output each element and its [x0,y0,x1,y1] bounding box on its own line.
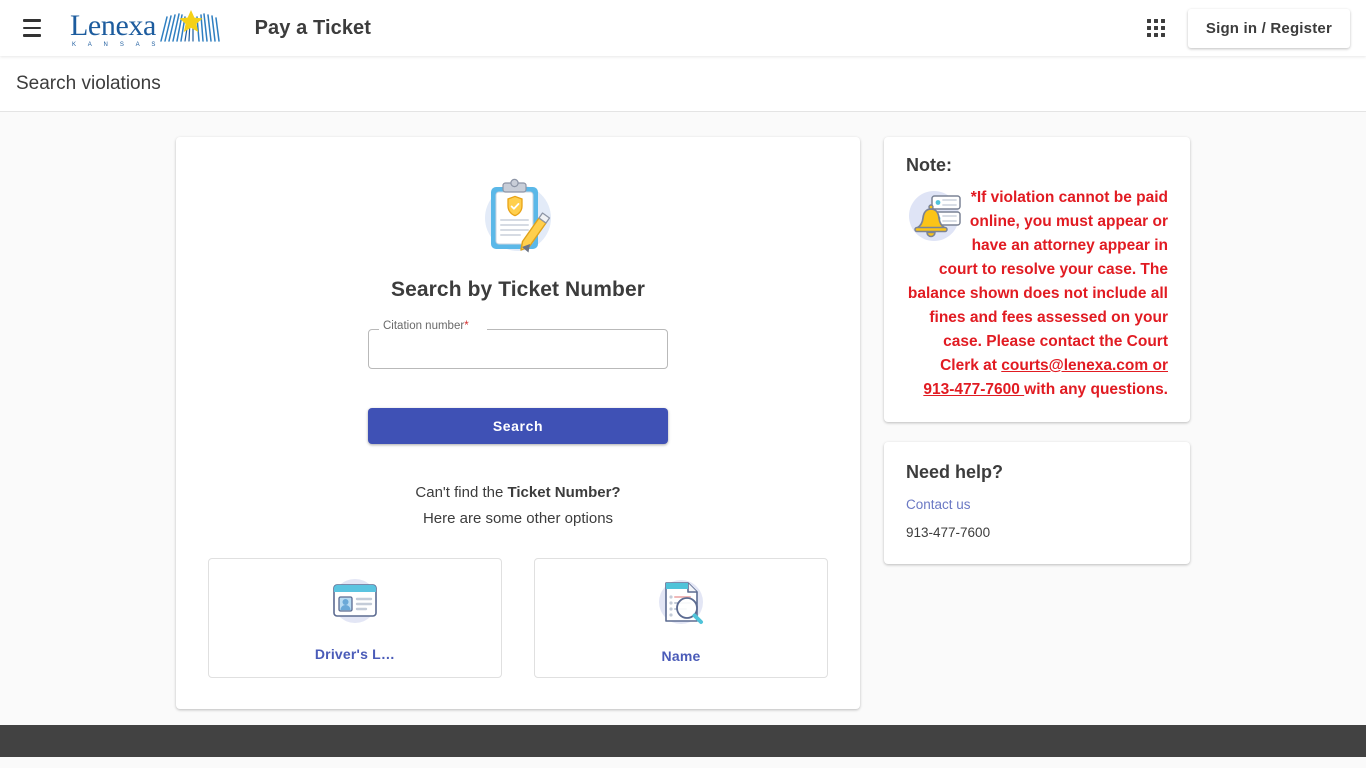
note-text-after: with any questions. [1024,381,1168,398]
note-panel-title: Note: [906,155,952,175]
search-card-heading: Search by Ticket Number [390,278,645,301]
hamburger-line [23,26,41,30]
citation-number-input[interactable] [368,329,668,369]
document-search-icon [652,573,710,636]
footer-tail [0,757,1366,768]
hamburger-line [23,19,41,22]
ticket-number-hint: Can't find the Ticket Number? Here are s… [415,480,620,532]
hint-prefix: Can't find the [415,484,508,501]
hint-line-1: Can't find the Ticket Number? [415,480,620,506]
contact-us-link[interactable]: Contact us [906,497,1168,512]
need-help-panel: Need help? Contact us 913-477-7600 [884,442,1190,564]
need-help-title: Need help? [906,462,1004,482]
logo-wordmark: Lenexa [70,9,156,42]
hint-line-2: Here are some other options [422,510,614,527]
sign-in-register-button[interactable]: Sign in / Register [1187,8,1350,48]
alternate-search-options: Driver's L… Name [208,558,828,678]
logo-state-label: K A N S A S [72,42,161,48]
lenexa-logo[interactable]: Lenexa K A N S A S [70,8,223,48]
hamburger-line [23,34,41,37]
option-card-name[interactable]: Name [534,558,828,678]
search-button[interactable]: Search [368,408,668,444]
right-rail: Note: *If violation cannot be paid onlin… [884,137,1190,709]
hamburger-menu-icon[interactable] [12,8,52,48]
option-label-drivers-license: Driver's L… [314,646,396,662]
citation-number-field[interactable]: Citation number* [368,320,668,369]
notification-bell-icon [906,188,962,252]
clipboard-shield-icon [473,173,563,264]
subheader-bar: Search violations [0,56,1366,112]
hint-strong: Ticket Number? [507,484,621,501]
page-title: Pay a Ticket [254,16,372,39]
note-panel: Note: *If violation cannot be paid onlin… [884,137,1190,422]
header-actions: Sign in / Register [1138,8,1350,48]
id-card-icon [326,574,384,634]
footer-bar [0,725,1366,757]
apps-grid-icon[interactable] [1138,10,1174,46]
page-body: Search by Ticket Number Citation number*… [0,112,1366,725]
app-header: Lenexa K A N S A S Pay a Ticket Sign in … [0,0,1366,56]
option-card-drivers-license[interactable]: Driver's L… [208,558,502,678]
search-by-ticket-card: Search by Ticket Number Citation number*… [176,137,860,709]
option-label-name: Name [661,647,701,664]
logo-text: Lenexa K A N S A S [70,9,161,49]
sunburst-logo-icon [157,8,223,47]
content-area: Search by Ticket Number Citation number*… [0,112,1366,709]
help-phone-number: 913-477-7600 [906,525,991,540]
note-panel-text: *If violation cannot be paid online, you… [906,186,1168,402]
search-violations-title: Search violations [16,72,161,94]
